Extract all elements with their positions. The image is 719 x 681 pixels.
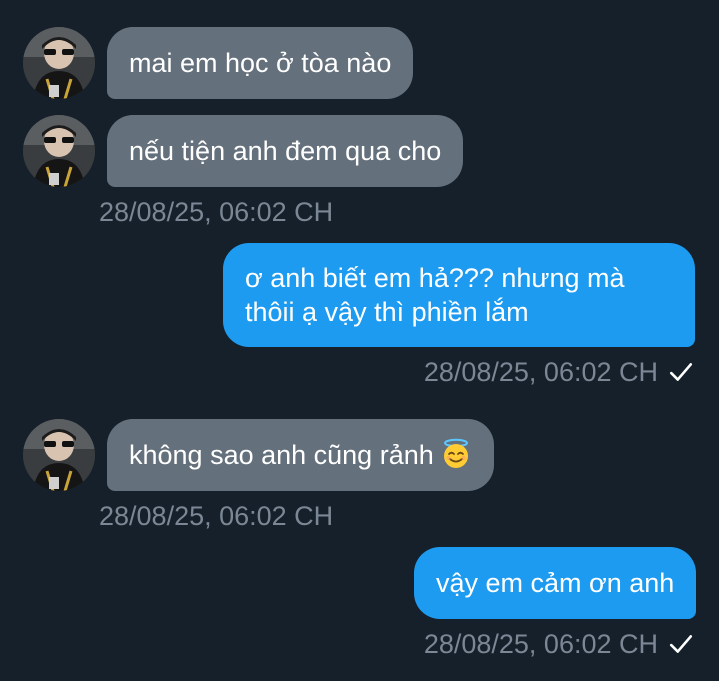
message-thread: mai em học ở tòa nào nếu tiện anh đem qu… <box>0 0 719 681</box>
smiling-face-with-halo-icon <box>443 438 468 468</box>
read-checkmark-icon <box>669 635 693 653</box>
message-text-line: ơ anh biết em hả??? nhưng mà <box>245 263 625 293</box>
incoming-message-bubble[interactable]: không sao anh cũng rảnh <box>107 419 494 491</box>
sender-avatar[interactable] <box>23 27 95 99</box>
message-text: nếu tiện anh đem qua cho <box>129 136 442 166</box>
message-text: không sao anh cũng rảnh <box>129 440 434 470</box>
avatar-photo-icon <box>23 419 95 491</box>
avatar-photo-icon <box>23 27 95 99</box>
message-timestamp: 28/08/25, 06:02 CH <box>99 197 334 227</box>
incoming-message-bubble[interactable]: nếu tiện anh đem qua cho <box>107 115 464 187</box>
sender-avatar[interactable] <box>23 115 95 187</box>
message-text: mai em học ở tòa nào <box>129 48 392 78</box>
message-timestamp: 28/08/25, 06:02 CH <box>423 629 658 659</box>
sender-avatar[interactable] <box>23 419 95 491</box>
outgoing-message-bubble[interactable]: ơ anh biết em hả??? nhưng mà thôii ạ vậy… <box>223 243 695 347</box>
outgoing-message-bubble[interactable]: vậy em cảm ơn anh <box>414 547 697 619</box>
read-checkmark-icon <box>669 363 693 381</box>
incoming-message-bubble[interactable]: mai em học ở tòa nào <box>107 27 414 99</box>
message-timestamp: 28/08/25, 06:02 CH <box>423 357 658 387</box>
message-timestamp: 28/08/25, 06:02 CH <box>99 501 334 531</box>
avatar-photo-icon <box>23 115 95 187</box>
message-text-line: thôii ạ vậy thì phiền lắm <box>245 297 529 327</box>
message-text: vậy em cảm ơn anh <box>436 568 675 598</box>
